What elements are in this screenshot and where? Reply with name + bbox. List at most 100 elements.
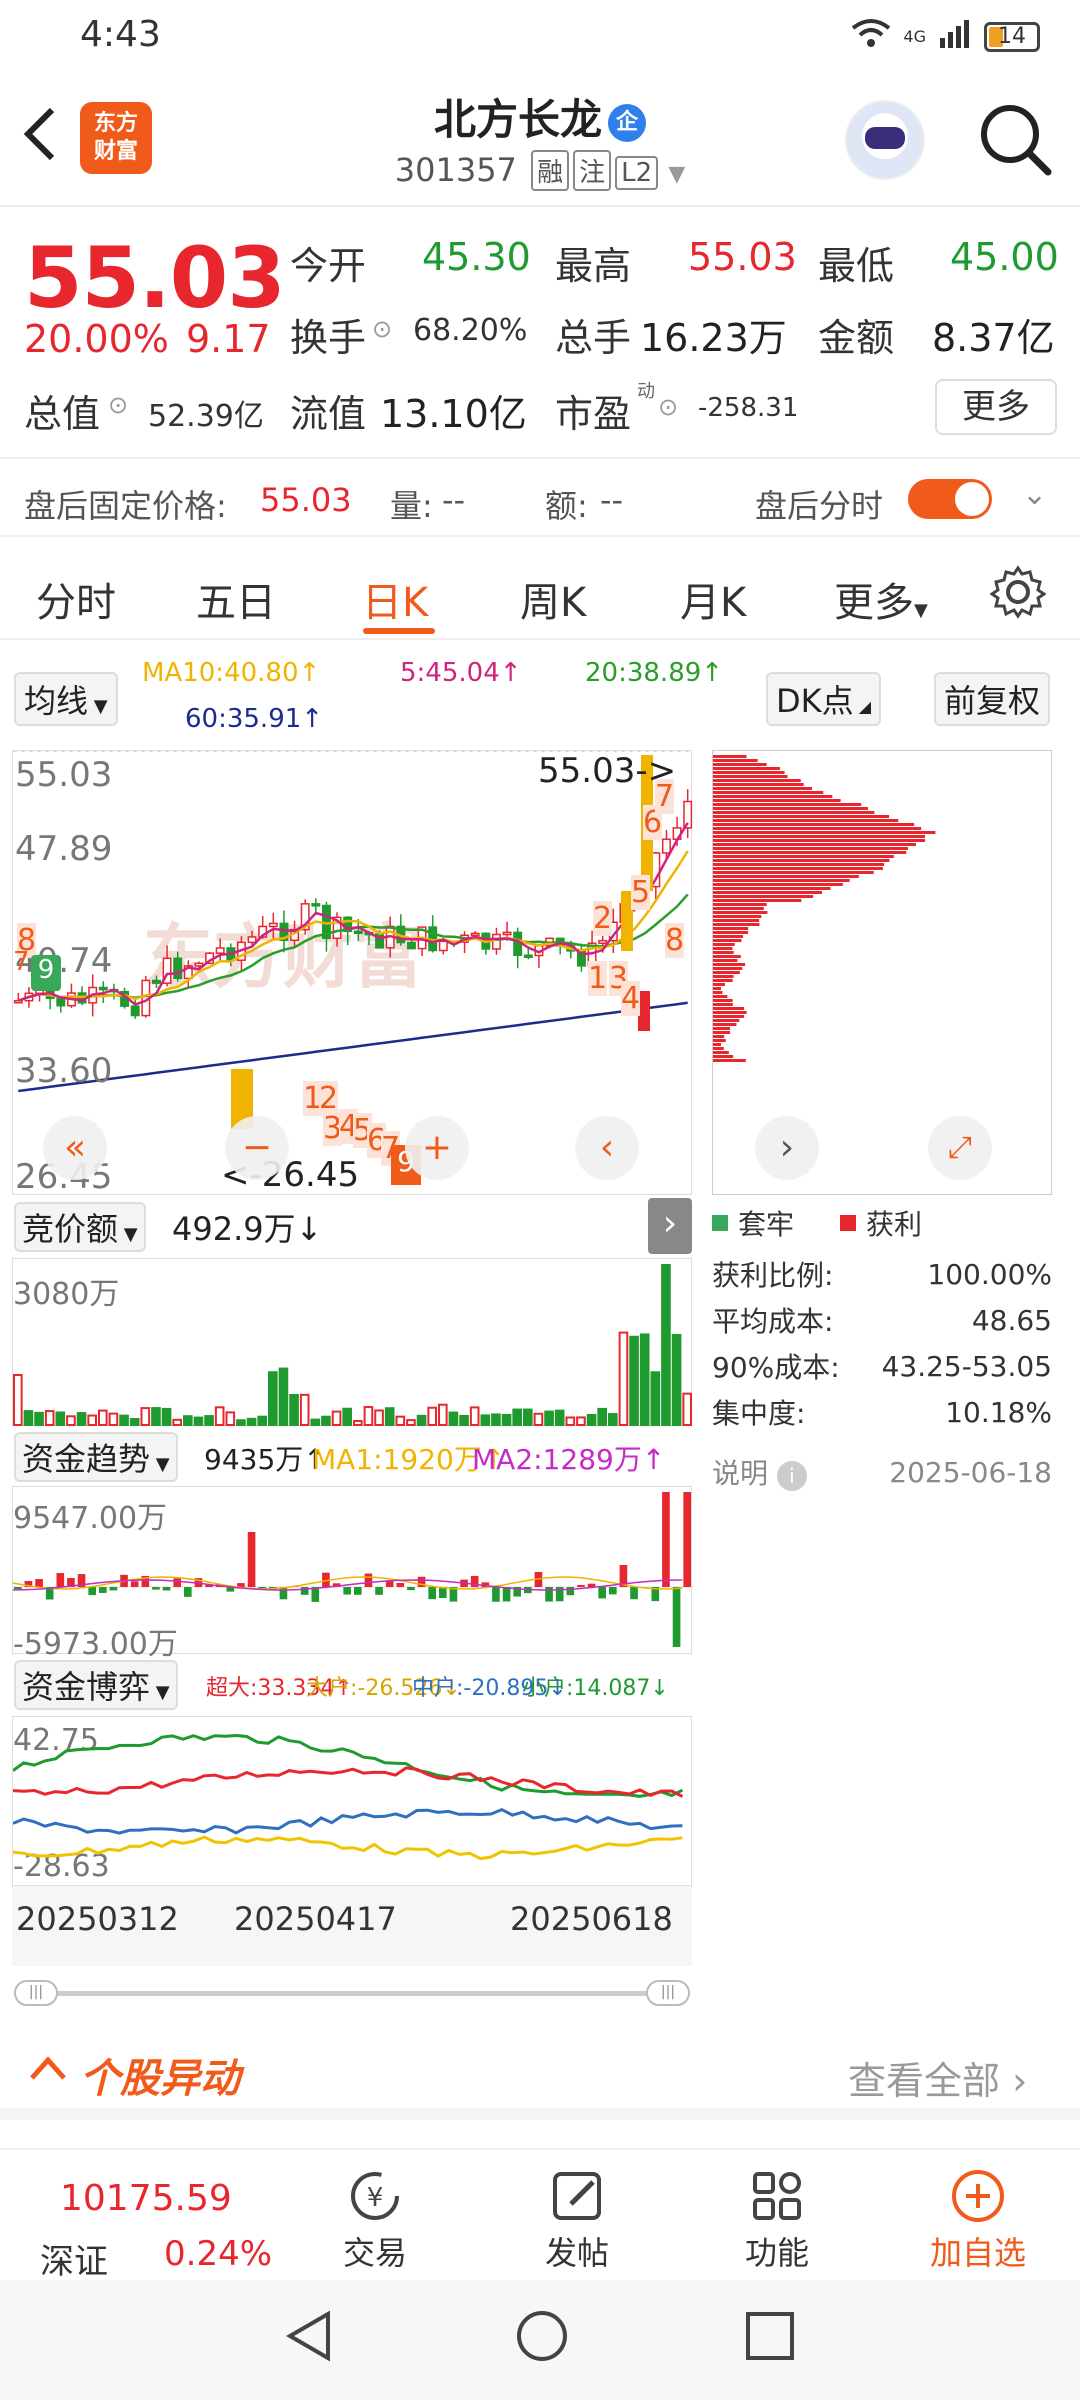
- range-scrollbar[interactable]: ||| |||: [12, 1978, 692, 2008]
- ma-select[interactable]: 均线 ▼: [14, 672, 118, 726]
- kline-chart[interactable]: 东方财富 55.03 47.89 40.74 33.60 26.45 55.03…: [12, 750, 693, 1197]
- chevron-down-icon[interactable]: ⌄: [1022, 477, 1047, 512]
- system-home-icon[interactable]: [514, 2308, 570, 2368]
- tab-five-day[interactable]: 五日: [196, 570, 276, 628]
- flow-bar: [300, 1587, 309, 1595]
- range-handle-left[interactable]: |||: [14, 1980, 58, 2006]
- chip-bar: [713, 911, 768, 914]
- auction-select[interactable]: 竞价额 ▼: [14, 1202, 146, 1252]
- system-recents-icon[interactable]: [744, 2310, 796, 2366]
- auction-bar: [257, 1415, 267, 1427]
- event-marker[interactable]: 8: [665, 923, 685, 958]
- pe-value: -258.31: [698, 393, 799, 423]
- auction-bar: [289, 1393, 299, 1426]
- info-icon[interactable]: ⊙: [372, 315, 392, 343]
- y-label: 33.60: [15, 1051, 113, 1091]
- auction-bar: [406, 1419, 416, 1427]
- chip-bar: [713, 1007, 745, 1010]
- info-icon[interactable]: ⊙: [108, 391, 128, 419]
- tab-daily-k[interactable]: 日K: [362, 570, 428, 628]
- more-quote-button[interactable]: 更多: [935, 379, 1057, 435]
- event-marker[interactable]: 4: [621, 981, 641, 1016]
- event-marker[interactable]: 9: [31, 955, 61, 991]
- chip-bar: [713, 863, 885, 866]
- flow-bar: [662, 1492, 670, 1587]
- candle-body: [406, 941, 416, 950]
- tab-weekly-k[interactable]: 周K: [520, 570, 586, 628]
- candle-body: [491, 933, 501, 950]
- auction-bar: [554, 1409, 565, 1426]
- info-icon[interactable]: ⊙: [658, 393, 678, 421]
- chip-date: 2025-06-18: [889, 1455, 1052, 1489]
- stock-movers-section: 个股异动 查看全部 ›: [0, 2020, 1080, 2120]
- dk-point-button[interactable]: DK点 ◢: [766, 672, 882, 726]
- mktcap-value: 52.39亿: [148, 399, 264, 434]
- flow-bar: [152, 1587, 160, 1590]
- status-icons: 4G 14: [851, 18, 1040, 55]
- expand-icon[interactable]: ⤢: [928, 1116, 992, 1180]
- chip-bar: [713, 875, 859, 878]
- float-cap-label: 流值: [290, 392, 367, 436]
- auction-bar: [331, 1410, 342, 1426]
- tab-intraday[interactable]: 分时: [36, 570, 116, 628]
- nav-add-watchlist[interactable]: 加自选: [878, 2168, 1078, 2274]
- auction-bar: [544, 1410, 554, 1427]
- flow-bar: [279, 1587, 288, 1600]
- nav-post[interactable]: 发帖: [477, 2168, 677, 2274]
- info-icon: i: [776, 1461, 807, 1491]
- zoom-in-button[interactable]: +: [405, 1116, 469, 1180]
- auction-bar: [342, 1407, 352, 1426]
- after-hours-toggle[interactable]: [908, 479, 992, 519]
- zoom-out-button[interactable]: −: [225, 1116, 289, 1180]
- range-handle-right[interactable]: |||: [646, 1980, 690, 2006]
- tag-registration: 注: [573, 150, 612, 191]
- event-marker[interactable]: 1: [588, 961, 608, 996]
- event-marker[interactable]: 5: [631, 875, 651, 910]
- y-label-top: 55.03: [15, 755, 113, 795]
- index-ticker[interactable]: 10175.59 深证 0.24%: [0, 2150, 290, 2282]
- event-marker[interactable]: 7: [655, 779, 675, 814]
- chip-note-button[interactable]: 说明 i: [712, 1452, 807, 1492]
- chip-bar: [713, 931, 749, 934]
- chevron-right-icon[interactable]: ›: [648, 1198, 692, 1254]
- game-s: 小户:14.087↓: [522, 1676, 669, 1701]
- system-back-icon[interactable]: [284, 2308, 336, 2368]
- scroll-left-button[interactable]: ‹: [575, 1116, 639, 1180]
- chevron-up-icon[interactable]: [28, 2048, 68, 2097]
- event-marker[interactable]: 7: [13, 947, 30, 977]
- auction-bar: [66, 1415, 76, 1427]
- rewind-button[interactable]: «: [43, 1116, 107, 1180]
- after-hours-price: 55.03: [260, 481, 352, 519]
- search-button[interactable]: [976, 100, 1056, 180]
- candle-body: [502, 931, 512, 936]
- flow-bar: [35, 1579, 43, 1587]
- event-marker[interactable]: 2: [593, 901, 613, 936]
- auction-bar: [161, 1407, 172, 1427]
- auction-bar: [416, 1414, 427, 1427]
- tab-monthly-k[interactable]: 月K: [680, 570, 746, 628]
- change-amount: 9.17: [186, 317, 271, 361]
- view-all-link[interactable]: 查看全部 ›: [848, 2050, 1027, 2105]
- flow-header: 资金趋势 ▼ 9435万↑ MA1:1920万↑ MA2:1289万↑: [12, 1428, 692, 1486]
- adjust-button[interactable]: 前复权: [934, 672, 1051, 726]
- candle-body: [470, 932, 480, 937]
- chip-bar: [713, 975, 734, 978]
- flow-select[interactable]: 资金趋势 ▼: [14, 1432, 178, 1482]
- large-holder-line: [13, 1835, 683, 1861]
- gear-icon[interactable]: [989, 564, 1047, 624]
- chip-distribution-chart[interactable]: › ⤢: [712, 750, 1052, 1195]
- nav-trade[interactable]: ¥ 交易: [275, 2168, 475, 2274]
- tab-more[interactable]: 更多▼: [834, 570, 928, 628]
- after-hours-bar: 盘后固定价格: 55.03 量: -- 额: -- 盘后分时 ⌄: [0, 457, 1080, 537]
- nav-functions[interactable]: 功能: [677, 2168, 877, 2274]
- chip-bar: [713, 867, 883, 870]
- chip-bar: [713, 1039, 726, 1042]
- chip-bar: [713, 767, 780, 770]
- auction-bar: [629, 1335, 639, 1426]
- auction-bar: [384, 1407, 395, 1426]
- chip-bar: [713, 883, 843, 886]
- volume-label: 总手: [555, 316, 632, 360]
- chevron-right-icon[interactable]: ›: [755, 1116, 819, 1180]
- candle-body: [438, 940, 448, 952]
- game-select[interactable]: 资金博弈 ▼: [14, 1660, 178, 1710]
